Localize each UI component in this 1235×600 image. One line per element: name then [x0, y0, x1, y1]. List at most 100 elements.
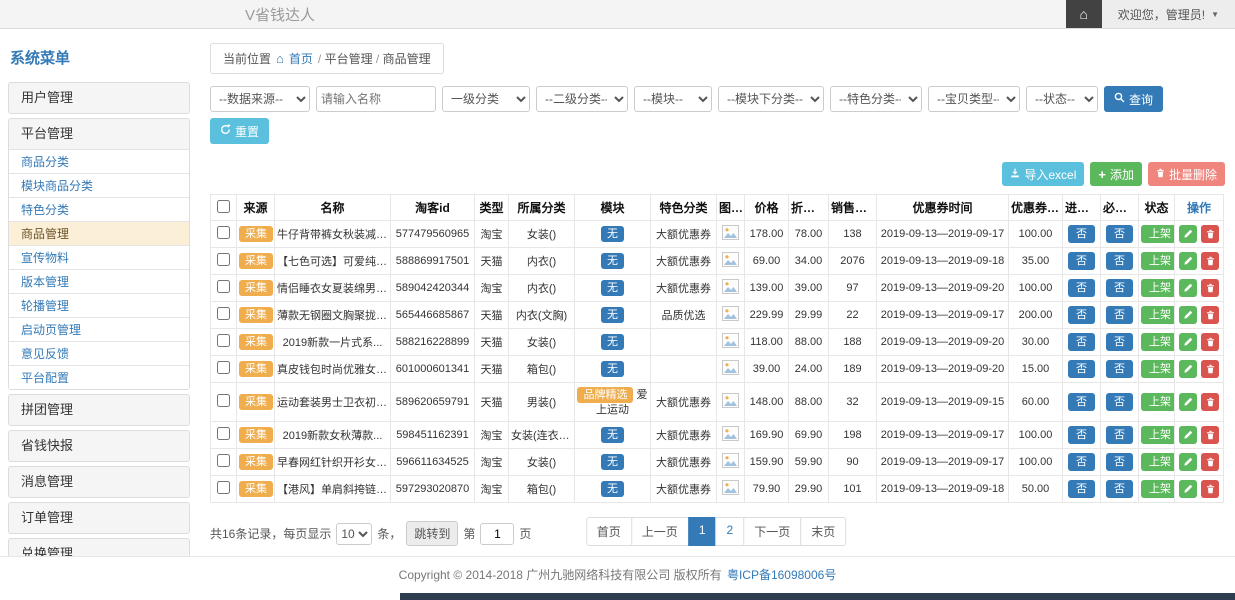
page-number-button[interactable]: 2: [716, 517, 745, 546]
status-toggle[interactable]: 上架: [1141, 393, 1175, 411]
filter-select[interactable]: 一级分类: [442, 86, 530, 112]
sidebar-subitem[interactable]: 轮播管理: [9, 293, 189, 317]
sidebar-subitem[interactable]: 模块商品分类: [9, 173, 189, 197]
row-checkbox[interactable]: [217, 427, 230, 440]
page-number-button[interactable]: 1: [688, 517, 717, 546]
jump-button[interactable]: 跳转到: [406, 521, 458, 546]
row-checkbox[interactable]: [217, 361, 230, 374]
sidebar-item[interactable]: 省钱快报: [9, 431, 189, 461]
page-nav-button[interactable]: 末页: [800, 517, 846, 546]
query-button[interactable]: 查询: [1104, 86, 1163, 112]
filter-select[interactable]: --模块下分类--: [718, 86, 824, 112]
sidebar-subitem[interactable]: 意见反馈: [9, 341, 189, 365]
delete-button[interactable]: [1201, 306, 1219, 324]
sidebar-item[interactable]: 订单管理: [9, 503, 189, 533]
reset-button[interactable]: 重置: [210, 118, 269, 144]
page-nav-button[interactable]: 上一页: [631, 517, 689, 546]
edit-button[interactable]: [1179, 306, 1197, 324]
row-checkbox[interactable]: [217, 226, 230, 239]
row-checkbox[interactable]: [217, 454, 230, 467]
row-checkbox[interactable]: [217, 307, 230, 320]
status-toggle[interactable]: 上架: [1141, 225, 1175, 243]
edit-button[interactable]: [1179, 393, 1197, 411]
must-buy-toggle[interactable]: 否: [1106, 306, 1133, 324]
edit-button[interactable]: [1179, 360, 1197, 378]
delete-button[interactable]: [1201, 480, 1219, 498]
filter-select[interactable]: --数据来源--: [210, 86, 310, 112]
import-select-toggle[interactable]: 否: [1068, 453, 1095, 471]
sidebar-item[interactable]: 用户管理: [9, 83, 189, 113]
import-select-toggle[interactable]: 否: [1068, 480, 1095, 498]
import-select-toggle[interactable]: 否: [1068, 279, 1095, 297]
status-toggle[interactable]: 上架: [1141, 360, 1175, 378]
row-checkbox[interactable]: [217, 280, 230, 293]
filter-select[interactable]: --特色分类--: [830, 86, 922, 112]
edit-button[interactable]: [1179, 279, 1197, 297]
must-buy-toggle[interactable]: 否: [1106, 360, 1133, 378]
breadcrumb-home-link[interactable]: 首页: [289, 50, 313, 67]
must-buy-toggle[interactable]: 否: [1106, 333, 1133, 351]
must-buy-toggle[interactable]: 否: [1106, 393, 1133, 411]
edit-button[interactable]: [1179, 480, 1197, 498]
filter-select[interactable]: --模块--: [634, 86, 712, 112]
delete-button[interactable]: [1201, 426, 1219, 444]
sidebar-subitem[interactable]: 启动页管理: [9, 317, 189, 341]
sidebar-subitem[interactable]: 商品分类: [9, 149, 189, 173]
page-nav-button[interactable]: 首页: [586, 517, 632, 546]
sidebar-subitem[interactable]: 版本管理: [9, 269, 189, 293]
import-select-toggle[interactable]: 否: [1068, 426, 1095, 444]
sidebar-subitem[interactable]: 宣传物料: [9, 245, 189, 269]
import-excel-button[interactable]: 导入excel: [1002, 162, 1084, 186]
delete-button[interactable]: [1201, 333, 1219, 351]
import-select-toggle[interactable]: 否: [1068, 306, 1095, 324]
row-checkbox[interactable]: [217, 334, 230, 347]
must-buy-toggle[interactable]: 否: [1106, 426, 1133, 444]
import-select-toggle[interactable]: 否: [1068, 333, 1095, 351]
delete-button[interactable]: [1201, 393, 1219, 411]
sidebar-item[interactable]: 平台管理: [9, 119, 189, 149]
batch-delete-button[interactable]: 批量删除: [1148, 162, 1225, 186]
must-buy-toggle[interactable]: 否: [1106, 252, 1133, 270]
sidebar-item[interactable]: 消息管理: [9, 467, 189, 497]
status-toggle[interactable]: 上架: [1141, 306, 1175, 324]
status-toggle[interactable]: 上架: [1141, 333, 1175, 351]
delete-button[interactable]: [1201, 453, 1219, 471]
home-button[interactable]: ⌂: [1066, 0, 1102, 28]
must-buy-toggle[interactable]: 否: [1106, 453, 1133, 471]
must-buy-toggle[interactable]: 否: [1106, 279, 1133, 297]
edit-button[interactable]: [1179, 453, 1197, 471]
sidebar-item[interactable]: 拼团管理: [9, 395, 189, 425]
edit-button[interactable]: [1179, 225, 1197, 243]
delete-button[interactable]: [1201, 252, 1219, 270]
filter-select[interactable]: --状态--: [1026, 86, 1098, 112]
icp-link[interactable]: 粤ICP备16098006号: [727, 568, 836, 582]
delete-button[interactable]: [1201, 360, 1219, 378]
delete-button[interactable]: [1201, 225, 1219, 243]
status-toggle[interactable]: 上架: [1141, 279, 1175, 297]
import-select-toggle[interactable]: 否: [1068, 393, 1095, 411]
import-select-toggle[interactable]: 否: [1068, 225, 1095, 243]
import-select-toggle[interactable]: 否: [1068, 360, 1095, 378]
sidebar-subitem[interactable]: 平台配置: [9, 365, 189, 389]
sidebar-subitem[interactable]: 商品管理: [9, 221, 189, 245]
sidebar-subitem[interactable]: 特色分类: [9, 197, 189, 221]
page-nav-button[interactable]: 下一页: [743, 517, 801, 546]
must-buy-toggle[interactable]: 否: [1106, 225, 1133, 243]
per-page-select[interactable]: 10: [336, 523, 372, 545]
select-all-checkbox[interactable]: [217, 200, 230, 213]
edit-button[interactable]: [1179, 333, 1197, 351]
edit-button[interactable]: [1179, 252, 1197, 270]
status-toggle[interactable]: 上架: [1141, 426, 1175, 444]
filter-select[interactable]: --宝贝类型--: [928, 86, 1020, 112]
name-search-input[interactable]: [316, 86, 436, 112]
user-menu[interactable]: 欢迎您，管理员! ▼: [1102, 0, 1235, 28]
jump-page-input[interactable]: [480, 523, 514, 545]
add-button[interactable]: + 添加: [1090, 162, 1142, 186]
delete-button[interactable]: [1201, 279, 1219, 297]
must-buy-toggle[interactable]: 否: [1106, 480, 1133, 498]
status-toggle[interactable]: 上架: [1141, 252, 1175, 270]
row-checkbox[interactable]: [217, 394, 230, 407]
row-checkbox[interactable]: [217, 481, 230, 494]
edit-button[interactable]: [1179, 426, 1197, 444]
status-toggle[interactable]: 上架: [1141, 453, 1175, 471]
